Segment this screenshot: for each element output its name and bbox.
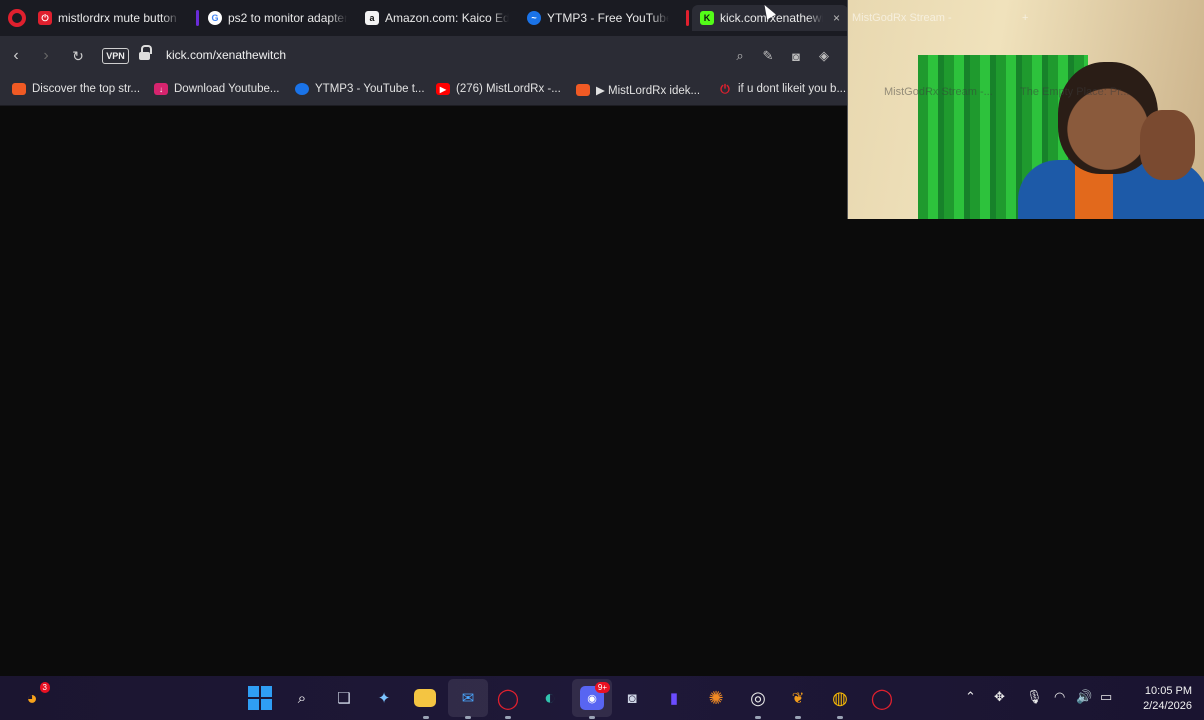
- youtube-icon: ▶: [436, 83, 450, 95]
- tab-title: Amazon.com: Kaico Editio: [385, 11, 509, 25]
- discord-icon[interactable]: ◉ 9+: [580, 682, 610, 710]
- tab-amazon[interactable]: a Amazon.com: Kaico Editio: [357, 5, 517, 31]
- microphone-icon[interactable]: 🎙: [1026, 689, 1043, 705]
- bookmark-label: Discover the top str...: [32, 83, 141, 95]
- power-icon: ⏻: [38, 11, 52, 25]
- tab-title: mistlordrx mute button p: [58, 11, 180, 25]
- dropbox-icon[interactable]: ✥: [994, 689, 1005, 705]
- task-view-icon[interactable]: ❑: [332, 686, 356, 710]
- ytmp3-icon: [295, 83, 309, 95]
- shield-icon[interactable]: ◈: [816, 48, 832, 64]
- bookmark-item[interactable]: Discover the top str...: [12, 83, 140, 95]
- bookmark-item[interactable]: ▶ (276) MistLordRx -...: [436, 83, 561, 95]
- fl-studio-icon[interactable]: ❦: [786, 686, 810, 710]
- ghost-tab-title: MistGodRx Stream -: [852, 12, 952, 24]
- download-icon: ↓: [154, 83, 168, 95]
- discord-badge: 9+: [594, 682, 610, 693]
- edge-icon[interactable]: ◐: [538, 686, 562, 710]
- orange-stream-icon: [576, 84, 590, 96]
- weather-widget-icon[interactable]: ◕ 3: [20, 682, 50, 710]
- vpn-badge[interactable]: VPN: [102, 48, 129, 64]
- wifi-icon[interactable]: ◠: [1054, 689, 1065, 705]
- clock-date: 2/24/2026: [1143, 700, 1192, 712]
- orange-stream-icon: [12, 83, 26, 95]
- battery-icon[interactable]: ▭: [1100, 689, 1112, 705]
- start-windows-icon[interactable]: [248, 686, 272, 710]
- notification-badge: 3: [39, 682, 50, 693]
- lock-icon[interactable]: [139, 45, 152, 61]
- system-clock[interactable]: 10:05 PM 2/24/2026: [1143, 684, 1192, 714]
- forward-button[interactable]: ›: [36, 46, 56, 66]
- webcam-overlay: MistGodRx Stream - + MistGodRx Stream -.…: [847, 0, 1204, 219]
- bookmark-label: Download Youtube...: [174, 83, 280, 95]
- bookmark-item[interactable]: YTMP3 - YouTube t...: [295, 83, 425, 95]
- tab-ps2-adapter[interactable]: G ps2 to monitor adapter -: [200, 5, 355, 31]
- opera-icon[interactable]: ◯: [870, 686, 894, 710]
- opera-gx-icon[interactable]: ◯: [496, 686, 520, 710]
- taskbar: ◕ 3 ⌕ ❑ ✦ ✉ ◯ ◐ ◉ 9+ ◙ ▮ ✺ ◎ ❦ ◍ ◯ ⌃ ✥ 🎙 ◠…: [0, 676, 1204, 720]
- reload-button[interactable]: ↻: [68, 46, 88, 66]
- tab-group-marker: [686, 10, 689, 26]
- obs-fox-icon[interactable]: ✺: [704, 686, 728, 710]
- google-icon: G: [208, 11, 222, 25]
- bookmark-item[interactable]: ↓ Download Youtube...: [154, 83, 280, 95]
- file-explorer-icon[interactable]: [414, 689, 436, 707]
- close-tab-icon[interactable]: ×: [833, 11, 840, 25]
- clipchamp-icon[interactable]: ▮: [662, 686, 686, 710]
- mail-app-icon[interactable]: ✉: [456, 686, 480, 710]
- volume-icon[interactable]: 🔊: [1076, 689, 1092, 705]
- tab-title: ps2 to monitor adapter -: [228, 11, 347, 25]
- url-field[interactable]: kick.com/xenathewitch: [166, 48, 286, 62]
- tab-mistlordrx-mute[interactable]: ⏻ mistlordrx mute button p: [30, 5, 188, 31]
- clock-time: 10:05 PM: [1144, 685, 1192, 697]
- bookmark-label: if u dont likeit you b...: [738, 83, 847, 95]
- search-icon[interactable]: ⌕: [290, 686, 314, 710]
- ghost-bookmark: The Empty Place: Pr...: [1020, 86, 1130, 98]
- tab-title: YTMP3 - Free YouTube to: [547, 11, 669, 25]
- edit-icon[interactable]: ✎: [760, 48, 776, 64]
- ytmp3-icon: ~: [527, 11, 541, 25]
- tab-ytmp3[interactable]: ~ YTMP3 - Free YouTube to: [519, 5, 677, 31]
- chevron-up-icon[interactable]: ⌃: [965, 689, 976, 705]
- ghost-bookmark: MistGodRx Stream -...: [884, 86, 993, 98]
- camera-icon[interactable]: ◙: [788, 48, 804, 64]
- tab-group-marker: [196, 10, 199, 26]
- copilot-icon[interactable]: ✦: [372, 686, 396, 710]
- bookmark-label: (276) MistLordRx -...: [456, 83, 561, 95]
- bookmark-item[interactable]: ⏻ if u dont likeit you b...: [718, 81, 847, 96]
- camera-app-icon[interactable]: ◙: [620, 686, 644, 710]
- power-icon: ⏻: [720, 81, 730, 96]
- bookmark-label: YTMP3 - YouTube t...: [315, 83, 425, 95]
- bookmark-label: ▶ MistLordRx idek...: [596, 85, 701, 97]
- kick-icon: K: [700, 11, 714, 25]
- chrome-icon[interactable]: ◍: [828, 686, 852, 710]
- ghost-new-tab: +: [1022, 12, 1029, 24]
- amazon-icon: a: [365, 11, 379, 25]
- obs-studio-icon[interactable]: ◎: [746, 686, 770, 710]
- opera-logo-icon[interactable]: [8, 9, 26, 27]
- back-button[interactable]: ‹: [6, 46, 26, 66]
- bookmark-item[interactable]: ▶ MistLordRx idek...: [576, 83, 700, 97]
- search-zoom-icon[interactable]: ⌕: [732, 48, 748, 64]
